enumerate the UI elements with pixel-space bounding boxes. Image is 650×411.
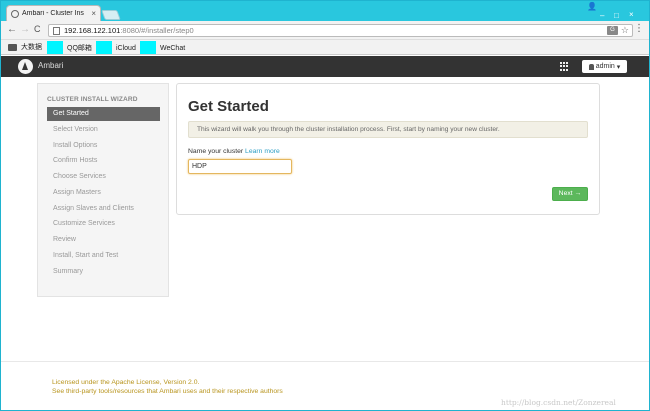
bookmarks-bar: 大数据 QQ邮箱 iCloud WeChat bbox=[1, 40, 649, 55]
ambari-logo-icon[interactable] bbox=[18, 59, 33, 74]
bookmark-wechat[interactable]: WeChat bbox=[140, 41, 186, 54]
page-title: Get Started bbox=[188, 98, 269, 115]
info-alert: This wizard will walk you through the cl… bbox=[188, 121, 588, 138]
caret-down-icon: ▾ bbox=[616, 63, 621, 71]
wizard-sidebar: CLUSTER INSTALL WIZARD Get Started Selec… bbox=[37, 83, 169, 297]
globe-icon bbox=[11, 9, 19, 18]
bookmark-icloud[interactable]: iCloud bbox=[96, 41, 136, 54]
step-choose-services[interactable]: Choose Services bbox=[47, 170, 160, 184]
address-bar[interactable]: 192.168.122.101 :8080/#/installer/step0 … bbox=[48, 24, 633, 37]
wechat-icon bbox=[140, 41, 156, 54]
brand-name[interactable]: Ambari bbox=[38, 61, 63, 70]
reload-icon[interactable]: C bbox=[34, 24, 41, 34]
forward-icon[interactable]: → bbox=[20, 24, 30, 35]
user-icon[interactable]: 👤 bbox=[587, 2, 597, 11]
close-window-icon[interactable]: × bbox=[629, 10, 634, 19]
step-review[interactable]: Review bbox=[47, 233, 160, 247]
step-customize-services[interactable]: Customize Services bbox=[47, 217, 160, 231]
bookmark-label: 大数据 bbox=[21, 44, 42, 51]
user-menu-button[interactable]: admin ▾ bbox=[582, 60, 627, 73]
tab-close-icon[interactable]: × bbox=[91, 9, 96, 18]
next-button[interactable]: Next → bbox=[552, 187, 588, 201]
views-grid-icon[interactable] bbox=[560, 62, 569, 71]
bookmark-label: iCloud bbox=[116, 44, 136, 52]
bookmark-bigdata[interactable]: 大数据 bbox=[8, 42, 42, 52]
url-host: 192.168.122.101 bbox=[64, 26, 121, 35]
folder-icon bbox=[8, 43, 17, 51]
bookmark-label: WeChat bbox=[160, 44, 186, 52]
browser-tab[interactable]: Ambari - Cluster Ins × bbox=[6, 5, 101, 21]
learn-more-link[interactable]: Learn more bbox=[245, 148, 280, 155]
bookmark-star-icon[interactable]: ☆ bbox=[621, 26, 629, 35]
qqmail-icon bbox=[47, 41, 63, 54]
icloud-icon bbox=[96, 41, 112, 54]
minimize-icon[interactable]: – bbox=[600, 11, 604, 20]
step-install-start-test[interactable]: Install, Start and Test bbox=[47, 249, 160, 263]
tab-strip: Ambari - Cluster Ins × 👤 – □ × bbox=[1, 1, 649, 21]
translate-icon[interactable]: G bbox=[606, 26, 618, 35]
step-assign-slaves[interactable]: Assign Slaves and Clients bbox=[47, 202, 160, 216]
license-text[interactable]: Licensed under the Apache License, Versi… bbox=[52, 379, 199, 386]
browser-menu-icon[interactable]: ⋮ bbox=[634, 23, 644, 34]
sidebar-title: CLUSTER INSTALL WIZARD bbox=[47, 96, 138, 103]
back-icon[interactable]: ← bbox=[7, 24, 17, 35]
new-tab-button[interactable] bbox=[101, 10, 121, 20]
step-install-options[interactable]: Install Options bbox=[47, 139, 160, 153]
step-select-version[interactable]: Select Version bbox=[47, 123, 160, 137]
maximize-icon[interactable]: □ bbox=[614, 11, 619, 20]
page-content: CLUSTER INSTALL WIZARD Get Started Selec… bbox=[1, 77, 649, 410]
wizard-panel: Get Started This wizard will walk you th… bbox=[176, 83, 600, 215]
bookmark-label: QQ邮箱 bbox=[67, 45, 92, 52]
browser-toolbar: ← → C 192.168.122.101 :8080/#/installer/… bbox=[1, 21, 649, 40]
url-path: :8080/#/installer/step0 bbox=[120, 26, 194, 35]
ambari-header: Ambari admin ▾ bbox=[1, 56, 649, 77]
tab-title: Ambari - Cluster Ins bbox=[22, 10, 84, 17]
person-icon bbox=[588, 63, 594, 70]
step-summary[interactable]: Summary bbox=[47, 265, 160, 279]
cluster-name-input[interactable] bbox=[188, 159, 292, 174]
step-get-started[interactable]: Get Started bbox=[47, 107, 160, 121]
step-confirm-hosts[interactable]: Confirm Hosts bbox=[47, 154, 160, 168]
watermark: http://blog.csdn.net/Zonzereal bbox=[501, 398, 616, 407]
cluster-name-label-text: Name your cluster bbox=[188, 148, 244, 155]
cluster-name-label: Name your cluster Learn more bbox=[188, 148, 280, 155]
step-assign-masters[interactable]: Assign Masters bbox=[47, 186, 160, 200]
page-icon bbox=[53, 26, 60, 35]
browser-window: Ambari - Cluster Ins × 👤 – □ × ← → C 192… bbox=[0, 0, 650, 411]
third-party-link[interactable]: See third-party tools/resources that Amb… bbox=[52, 388, 283, 395]
bookmark-qqmail[interactable]: QQ邮箱 bbox=[47, 41, 92, 54]
user-menu-label: admin bbox=[595, 63, 615, 70]
